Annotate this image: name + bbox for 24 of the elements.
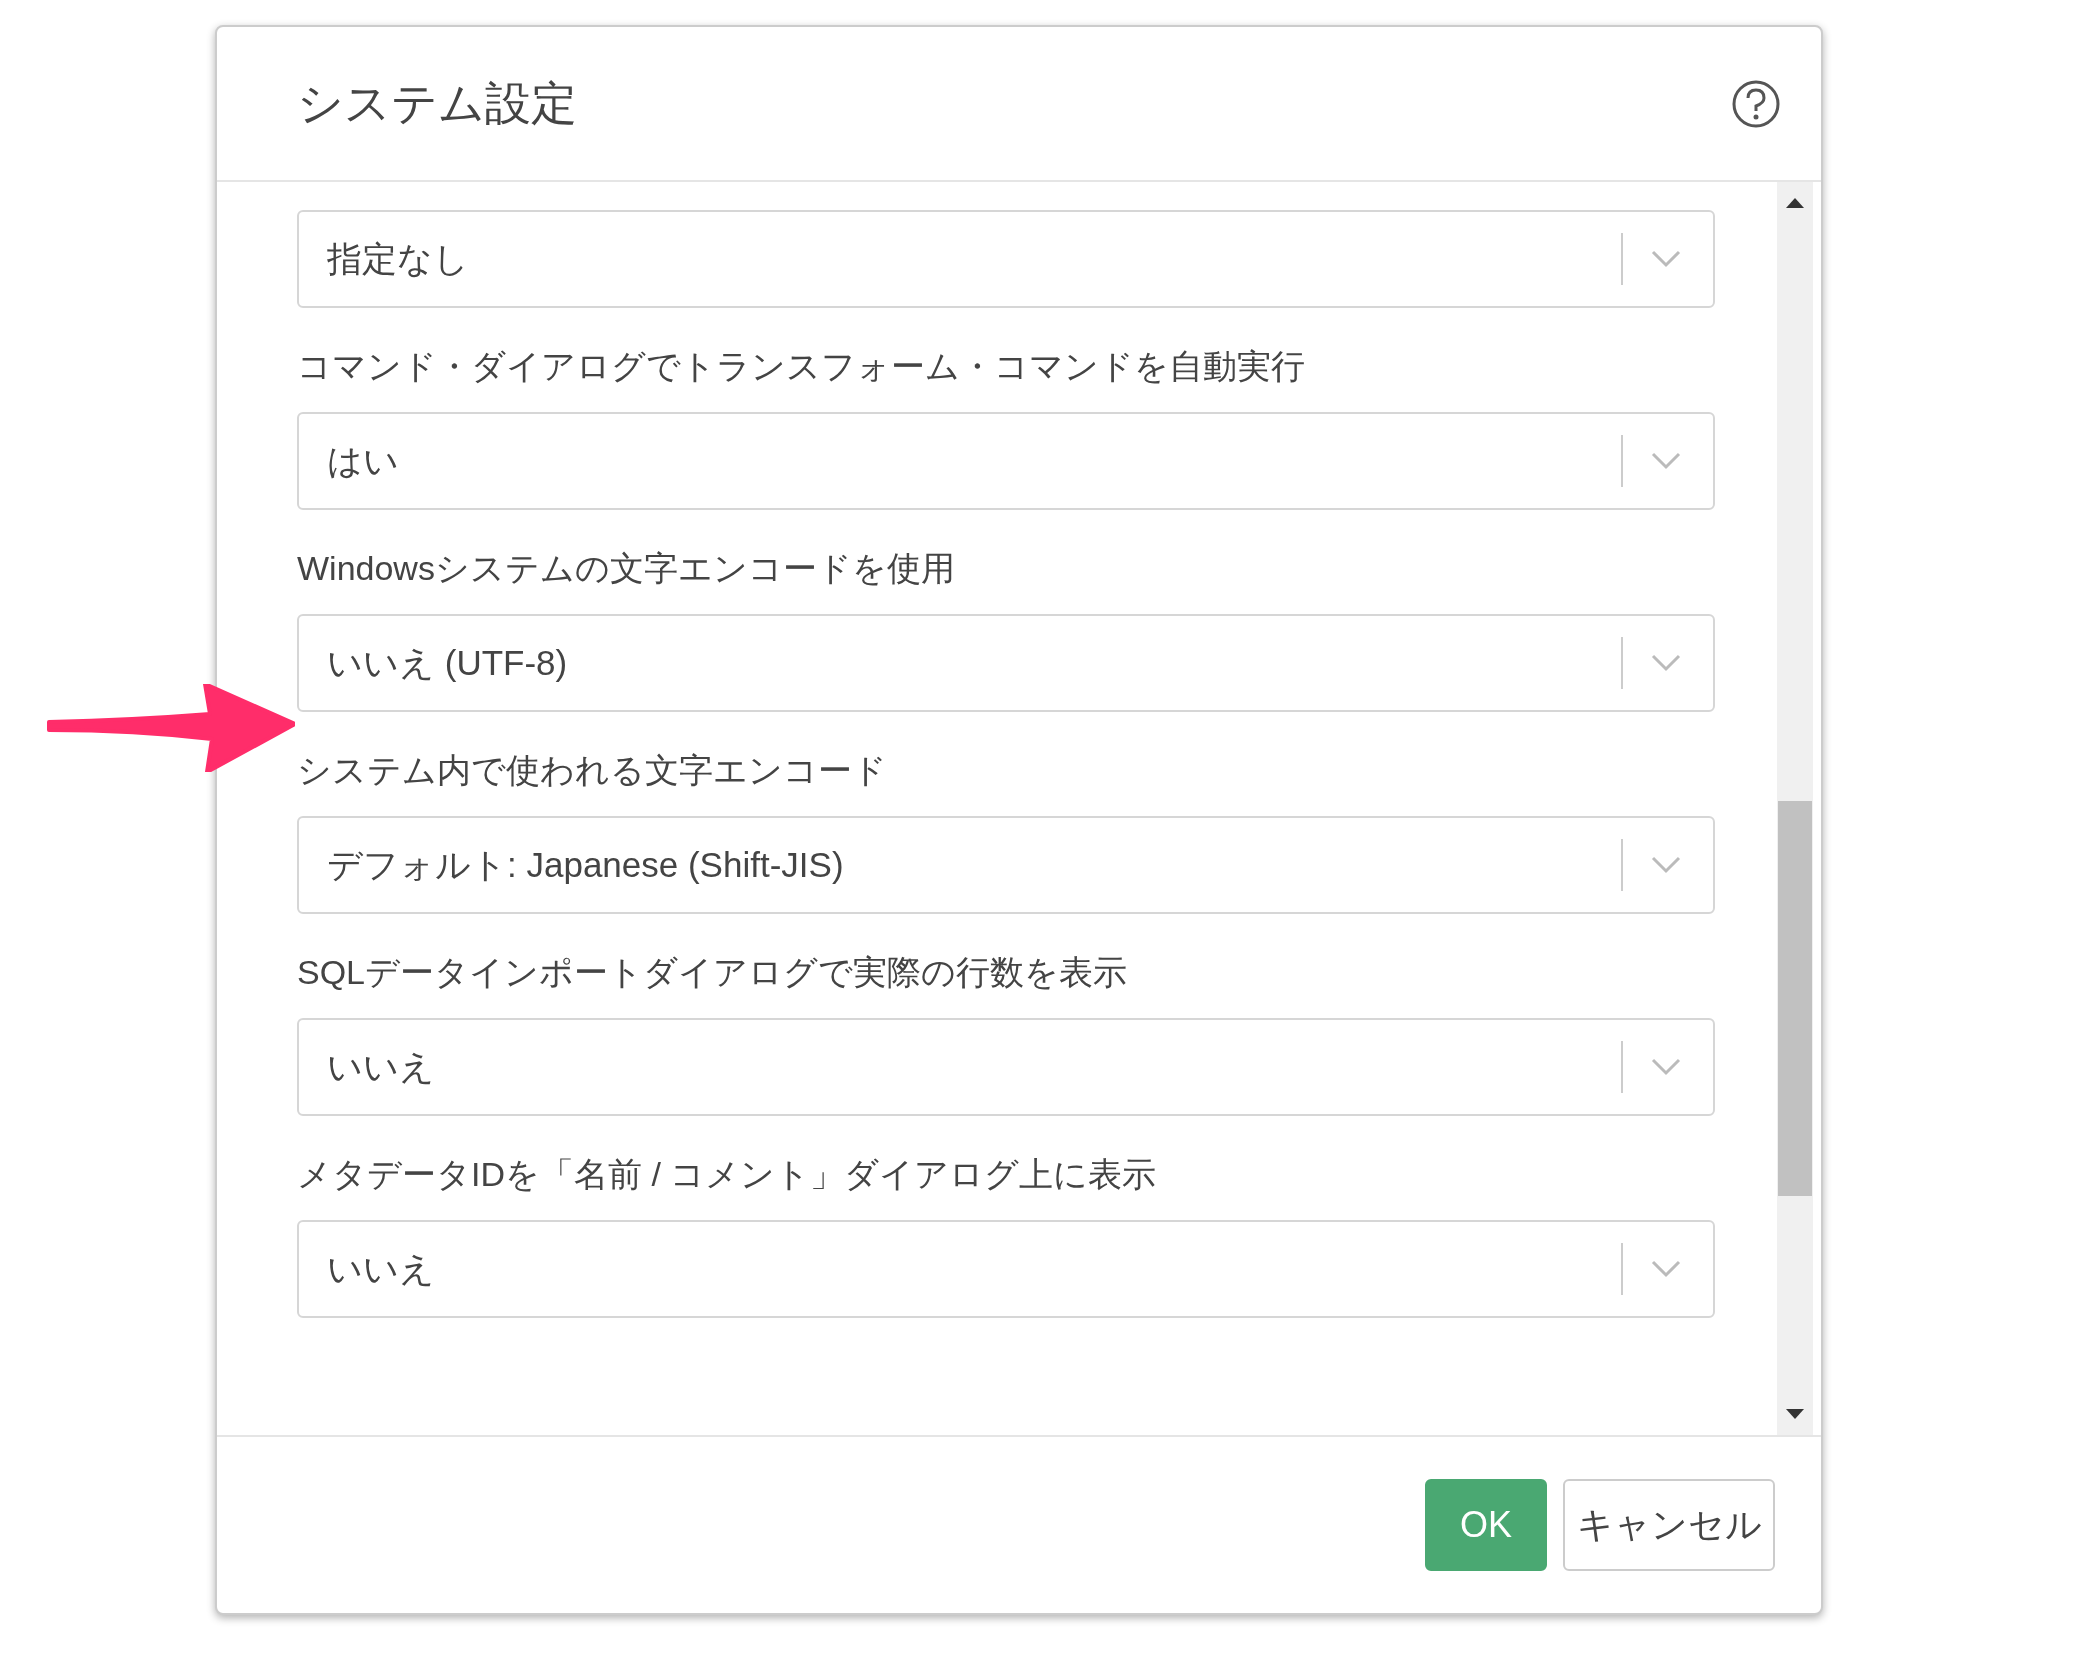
chevron-down-icon <box>1651 452 1681 470</box>
help-icon[interactable] <box>1731 78 1781 129</box>
scroll-down-icon[interactable] <box>1786 1409 1804 1419</box>
chevron-down-icon <box>1651 250 1681 268</box>
setting-label: メタデータIDを「名前 / コメント」ダイアログ上に表示 <box>297 1154 1158 1195</box>
dropdown-field[interactable]: デフォルト: Japanese (Shift-JIS) <box>297 816 1715 914</box>
setting-label: コマンド・ダイアログでトランスフォーム・コマンドを自動実行 <box>297 346 1306 387</box>
dropdown-field[interactable]: いいえ <box>297 1018 1715 1116</box>
setting-label: Windowsシステムの文字エンコードを使用 <box>297 548 956 589</box>
dropdown-field[interactable]: 指定なし <box>297 210 1715 308</box>
chevron-down-icon <box>1651 856 1681 874</box>
cancel-button[interactable]: キャンセル <box>1563 1479 1775 1571</box>
dropdown-field[interactable]: いいえ (UTF-8) <box>297 614 1715 712</box>
dropdown-field[interactable]: はい <box>297 412 1715 510</box>
scroll-up-icon[interactable] <box>1786 198 1804 208</box>
chevron-down-icon <box>1651 1260 1681 1278</box>
dialog-title: システム設定 <box>297 75 578 131</box>
chevron-down-icon <box>1651 1058 1681 1076</box>
setting-label: システム内で使われる文字エンコード <box>297 750 888 791</box>
scrollbar[interactable] <box>1777 182 1813 1435</box>
setting-label: SQLデータインポートダイアログで実際の行数を表示 <box>297 952 1129 993</box>
chevron-down-icon <box>1651 654 1681 672</box>
dropdown-field[interactable]: いいえ <box>297 1220 1715 1318</box>
scrollbar-thumb[interactable] <box>1778 801 1812 1196</box>
